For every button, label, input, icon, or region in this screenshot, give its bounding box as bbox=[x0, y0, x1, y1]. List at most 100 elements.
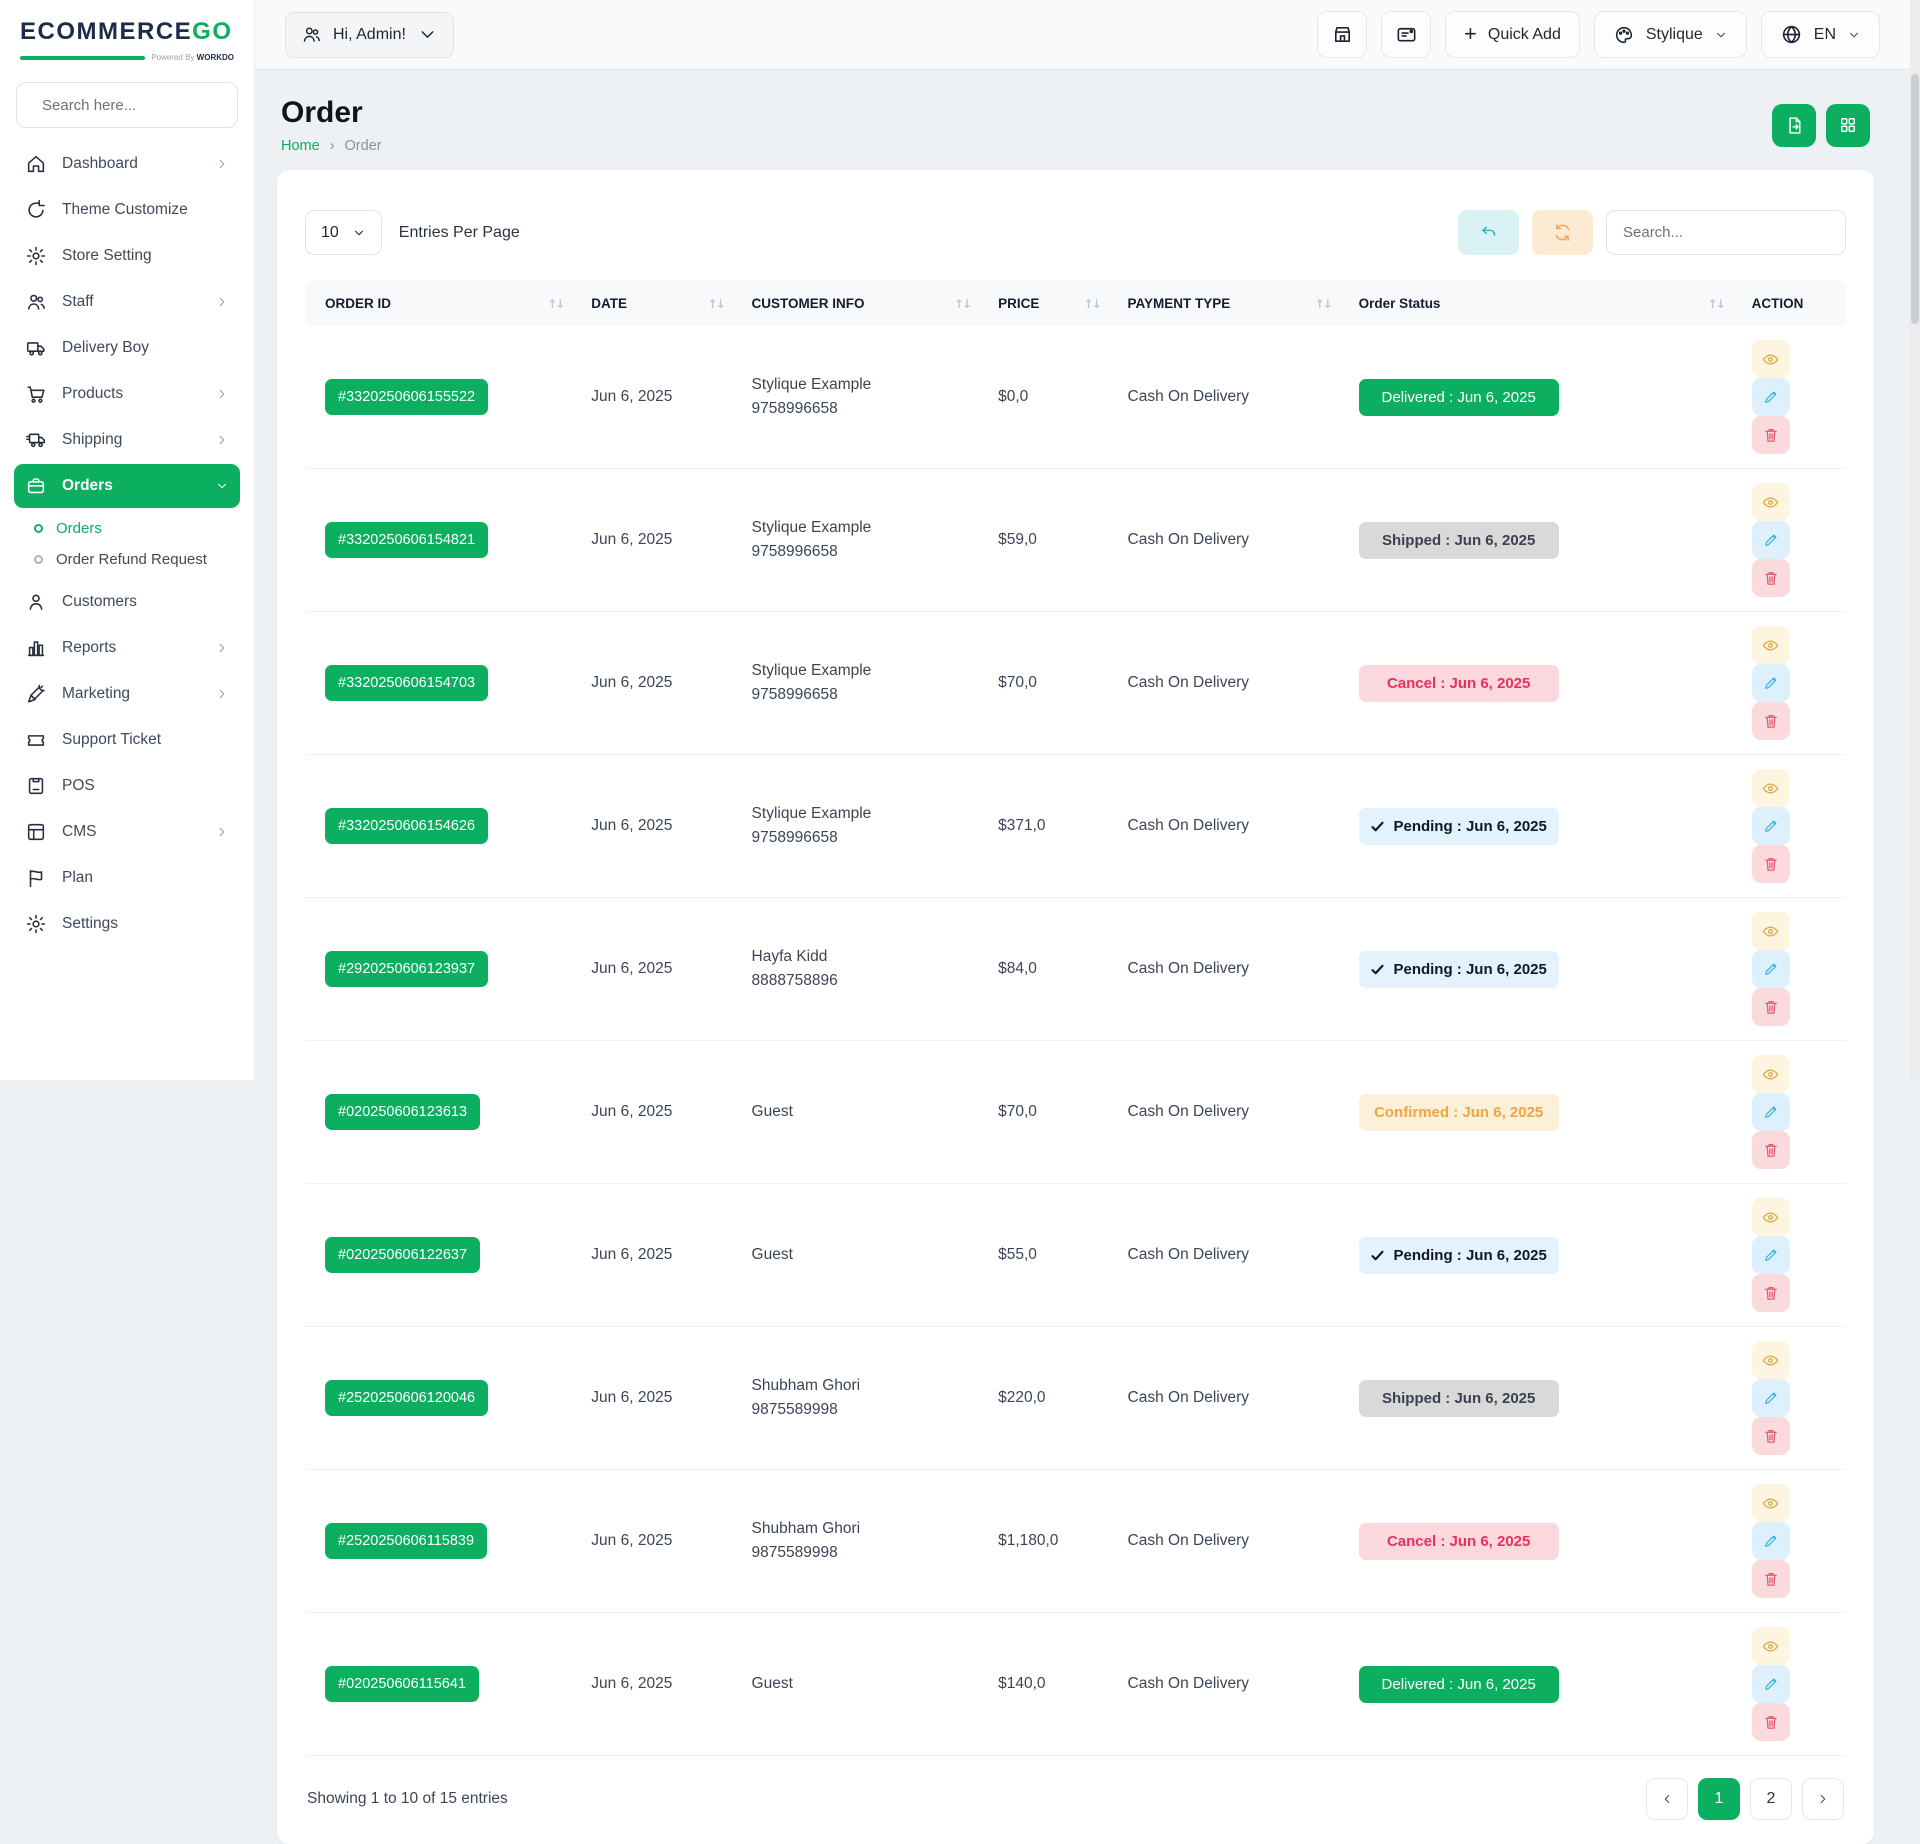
briefcase-icon bbox=[25, 475, 47, 497]
view-order-button[interactable] bbox=[1752, 912, 1790, 950]
column-header[interactable]: Order Status↑↓ bbox=[1347, 281, 1740, 326]
edit-order-button[interactable] bbox=[1752, 807, 1790, 845]
view-order-button[interactable] bbox=[1752, 769, 1790, 807]
theme-switcher-button[interactable]: Stylique bbox=[1594, 11, 1747, 58]
sort-icon[interactable]: ↑↓ bbox=[1083, 297, 1103, 311]
sidebar-item-cms[interactable]: CMS bbox=[14, 810, 240, 854]
view-order-button[interactable] bbox=[1752, 1627, 1790, 1665]
sort-icon[interactable]: ↑↓ bbox=[1315, 297, 1335, 311]
pagination-next-button[interactable] bbox=[1802, 1778, 1844, 1820]
pagination-page-2[interactable]: 2 bbox=[1750, 1778, 1792, 1820]
sidebar-item-marketing[interactable]: Marketing bbox=[14, 672, 240, 716]
edit-order-button[interactable] bbox=[1752, 664, 1790, 702]
quick-add-button[interactable]: + Quick Add bbox=[1445, 11, 1580, 58]
order-status-text: Confirmed : Jun 6, 2025 bbox=[1374, 1104, 1543, 1121]
view-order-button[interactable] bbox=[1752, 1484, 1790, 1522]
delete-order-button[interactable] bbox=[1752, 1703, 1790, 1741]
sidebar-item-delivery-boy[interactable]: Delivery Boy bbox=[14, 326, 240, 370]
column-header[interactable]: DATE↑↓ bbox=[579, 281, 739, 326]
pagination-page-1[interactable]: 1 bbox=[1698, 1778, 1740, 1820]
edit-order-button[interactable] bbox=[1752, 1665, 1790, 1703]
view-order-button[interactable] bbox=[1752, 1198, 1790, 1236]
sidebar-item-customers[interactable]: Customers bbox=[14, 580, 240, 624]
order-status-text: Pending : Jun 6, 2025 bbox=[1393, 961, 1546, 978]
order-price: $55,0 bbox=[986, 1184, 1115, 1327]
order-id-badge[interactable]: #2520250606120046 bbox=[325, 1380, 488, 1416]
user-menu-button[interactable]: Hi, Admin! bbox=[285, 12, 454, 58]
sidebar-item-plan[interactable]: Plan bbox=[14, 856, 240, 900]
edit-order-button[interactable] bbox=[1752, 1093, 1790, 1131]
column-header[interactable]: PAYMENT TYPE↑↓ bbox=[1116, 281, 1347, 326]
view-order-button[interactable] bbox=[1752, 1341, 1790, 1379]
column-header[interactable]: PRICE↑↓ bbox=[986, 281, 1115, 326]
order-id-badge[interactable]: #2920250606123937 bbox=[325, 951, 488, 987]
refresh-button[interactable] bbox=[1532, 210, 1593, 255]
sort-icon[interactable]: ↑↓ bbox=[1708, 297, 1728, 311]
customer-phone: 9758996658 bbox=[752, 683, 975, 707]
sidebar-item-dashboard[interactable]: Dashboard bbox=[14, 142, 240, 186]
storefront-button[interactable] bbox=[1317, 11, 1367, 58]
column-header[interactable]: CUSTOMER INFO↑↓ bbox=[740, 281, 987, 326]
sidebar-item-products[interactable]: Products bbox=[14, 372, 240, 416]
sidebar-item-reports[interactable]: Reports bbox=[14, 626, 240, 670]
sidebar-item-label: Delivery Boy bbox=[62, 339, 149, 357]
order-id-badge[interactable]: #3320250606154626 bbox=[325, 808, 488, 844]
order-id-badge[interactable]: #020250606122637 bbox=[325, 1237, 480, 1273]
brand-logo[interactable]: ECOMMERCEGO Powered By WORKDO bbox=[0, 0, 254, 70]
order-id-badge[interactable]: #3320250606154821 bbox=[325, 522, 488, 558]
delete-order-button[interactable] bbox=[1752, 1274, 1790, 1312]
column-header[interactable]: ACTION bbox=[1740, 281, 1846, 326]
sort-icon[interactable]: ↑↓ bbox=[954, 297, 974, 311]
column-header[interactable]: ORDER ID↑↓ bbox=[305, 281, 579, 326]
pagination-prev-button[interactable] bbox=[1646, 1778, 1688, 1820]
order-id-badge[interactable]: #2520250606115839 bbox=[325, 1523, 487, 1559]
export-button[interactable] bbox=[1772, 104, 1816, 147]
breadcrumb-home-link[interactable]: Home bbox=[281, 138, 320, 154]
sidebar-item-shipping[interactable]: Shipping bbox=[14, 418, 240, 462]
edit-order-button[interactable] bbox=[1752, 378, 1790, 416]
delete-order-button[interactable] bbox=[1752, 845, 1790, 883]
view-order-button[interactable] bbox=[1752, 1055, 1790, 1093]
view-order-button[interactable] bbox=[1752, 626, 1790, 664]
grid-view-button[interactable] bbox=[1826, 104, 1870, 147]
scrollbar-thumb[interactable] bbox=[1911, 74, 1919, 324]
order-id-badge[interactable]: #020250606123613 bbox=[325, 1094, 480, 1130]
edit-order-button[interactable] bbox=[1752, 1522, 1790, 1560]
edit-order-button[interactable] bbox=[1752, 521, 1790, 559]
undo-button[interactable] bbox=[1458, 210, 1519, 255]
entries-per-page-select[interactable]: 10 bbox=[305, 210, 382, 255]
view-order-button[interactable] bbox=[1752, 340, 1790, 378]
delete-order-button[interactable] bbox=[1752, 559, 1790, 597]
sidebar-search-input[interactable] bbox=[40, 96, 243, 115]
order-id-badge[interactable]: #3320250606154703 bbox=[325, 665, 488, 701]
sidebar-item-orders[interactable]: Orders bbox=[14, 464, 240, 508]
table-search-input[interactable] bbox=[1606, 210, 1846, 255]
delete-order-button[interactable] bbox=[1752, 702, 1790, 740]
order-id-badge[interactable]: #3320250606155522 bbox=[325, 379, 488, 415]
sidebar-item-theme-customize[interactable]: Theme Customize bbox=[14, 188, 240, 232]
sidebar-item-staff[interactable]: Staff bbox=[14, 280, 240, 324]
sidebar-item-pos[interactable]: POS bbox=[14, 764, 240, 808]
sidebar-subitem-order-refund-request[interactable]: Order Refund Request bbox=[24, 544, 240, 575]
sort-icon[interactable]: ↑↓ bbox=[547, 297, 567, 311]
delete-order-button[interactable] bbox=[1752, 416, 1790, 454]
sidebar-item-support-ticket[interactable]: Support Ticket bbox=[14, 718, 240, 762]
delete-order-button[interactable] bbox=[1752, 1560, 1790, 1598]
view-order-button[interactable] bbox=[1752, 483, 1790, 521]
edit-order-button[interactable] bbox=[1752, 1379, 1790, 1417]
delete-order-button[interactable] bbox=[1752, 1131, 1790, 1169]
sidebar-item-store-setting[interactable]: Store Setting bbox=[14, 234, 240, 278]
language-selector-button[interactable]: EN bbox=[1761, 11, 1880, 58]
sidebar-item-settings[interactable]: Settings bbox=[14, 902, 240, 946]
messages-button[interactable] bbox=[1381, 11, 1431, 58]
sort-icon[interactable]: ↑↓ bbox=[707, 297, 727, 311]
edit-order-button[interactable] bbox=[1752, 950, 1790, 988]
sidebar-subitem-orders[interactable]: Orders bbox=[24, 513, 240, 544]
eye-icon bbox=[1761, 779, 1780, 798]
table-row: #020250606115641 Jun 6, 2025 Guest $140,… bbox=[305, 1613, 1846, 1756]
edit-order-button[interactable] bbox=[1752, 1236, 1790, 1274]
delete-order-button[interactable] bbox=[1752, 988, 1790, 1026]
scrollbar-track[interactable] bbox=[1910, 0, 1920, 1080]
delete-order-button[interactable] bbox=[1752, 1417, 1790, 1455]
order-id-badge[interactable]: #020250606115641 bbox=[325, 1666, 479, 1702]
